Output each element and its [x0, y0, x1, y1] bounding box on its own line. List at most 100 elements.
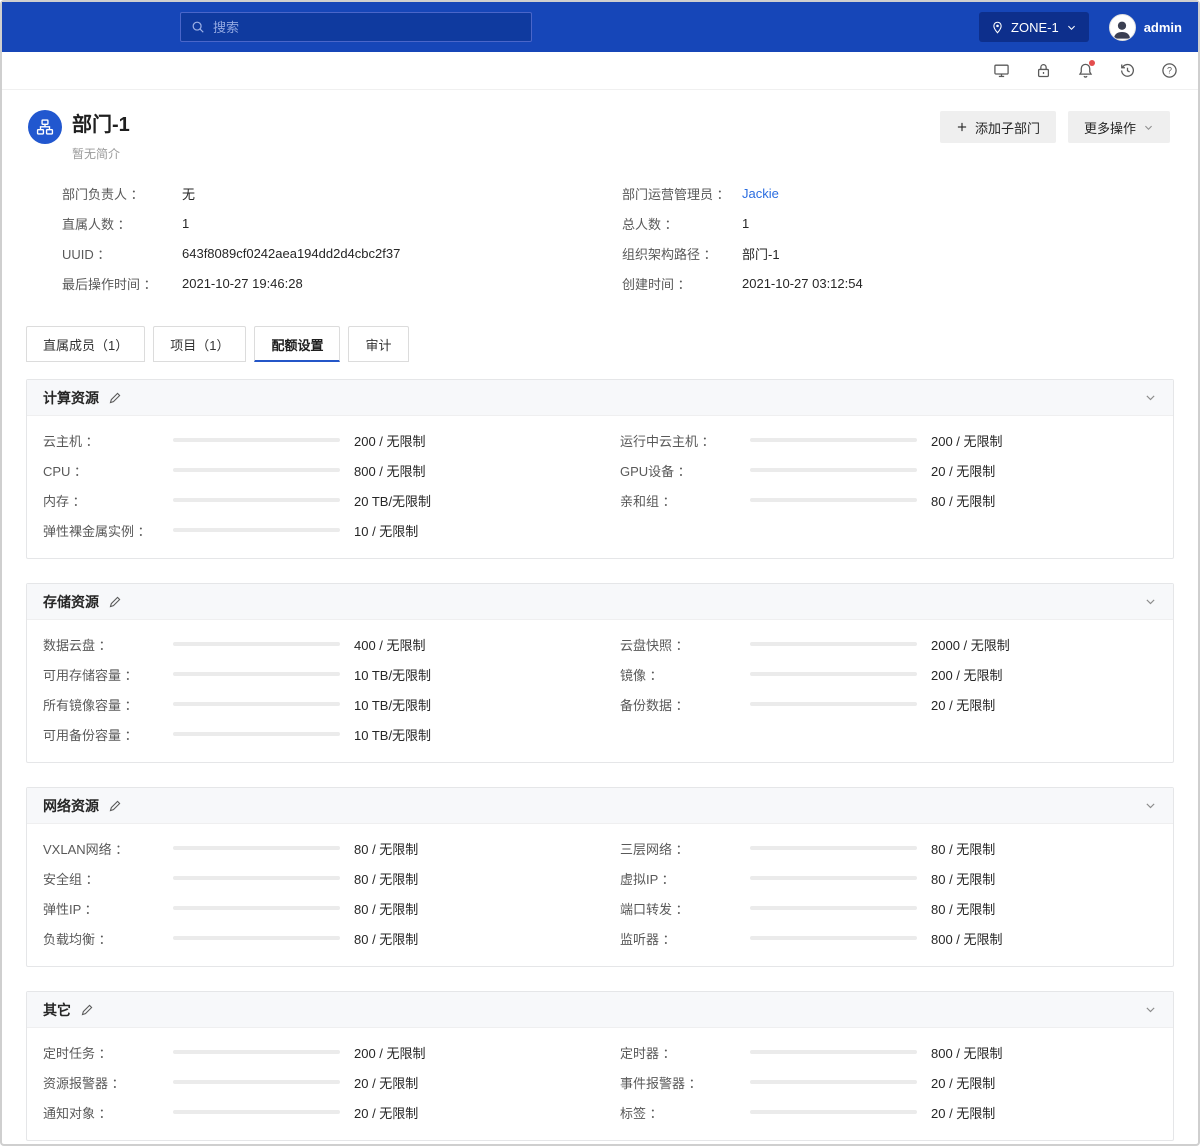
info-row-ops-admin: 部门运营管理员 ： Jackie — [622, 178, 1174, 208]
quota-grid: 数据云盘 ：400 / 无限制 云盘快照 ：2000 / 无限制 可用存储容量 … — [27, 620, 1173, 762]
search-box[interactable] — [180, 12, 532, 42]
edit-pencil-icon[interactable] — [80, 1003, 94, 1017]
quota-item: 可用备份容量 ：10 TB/无限制 — [43, 719, 580, 749]
quota-value: 80 / 无限制 — [917, 491, 1039, 510]
info-row-org-path: 组织架构路径 ： 部门-1 — [622, 238, 1174, 268]
location-pin-icon — [991, 21, 1004, 34]
quota-progress-track — [173, 906, 340, 910]
page-title: 部门-1 — [72, 108, 130, 137]
quota-label: 标签 ： — [620, 1103, 750, 1122]
edit-pencil-icon[interactable] — [108, 391, 122, 405]
quota-value: 20 / 无限制 — [340, 1103, 462, 1122]
zone-label: ZONE-1 — [1011, 20, 1059, 35]
more-actions-button[interactable]: 更多操作 — [1068, 111, 1170, 143]
quota-label: 云盘快照 ： — [620, 635, 750, 654]
add-child-department-button[interactable]: 添加子部门 — [940, 111, 1056, 143]
quota-progress-track — [750, 906, 917, 910]
collapse-chevron-icon[interactable] — [1144, 1003, 1157, 1016]
ops-admin-link[interactable]: Jackie — [742, 186, 779, 201]
quota-label: 弹性裸金属实例 ： — [43, 521, 173, 540]
quota-value: 20 / 无限制 — [917, 461, 1039, 480]
quota-item: CPU ：800 / 无限制 — [43, 455, 580, 485]
quota-value: 80 / 无限制 — [340, 869, 462, 888]
search-input[interactable] — [213, 20, 521, 35]
quota-progress-track — [173, 438, 340, 442]
quota-value: 10 TB/无限制 — [340, 665, 462, 684]
quota-progress-track — [750, 672, 917, 676]
quota-value: 400 / 无限制 — [340, 635, 462, 654]
tab-quota-settings[interactable]: 配额设置 — [254, 326, 340, 362]
quota-item: 云主机 ：200 / 无限制 — [43, 425, 580, 455]
help-icon[interactable]: ? — [1160, 62, 1178, 80]
quota-progress-track — [173, 1110, 340, 1114]
quota-label: 资源报警器 ： — [43, 1073, 173, 1092]
quota-progress-track — [750, 876, 917, 880]
topbar: ZONE-1 admin — [2, 2, 1198, 52]
quota-progress-track — [173, 702, 340, 706]
utility-iconbar: ? — [2, 52, 1198, 90]
quota-progress-track — [173, 528, 340, 532]
quota-value: 20 / 无限制 — [917, 695, 1039, 714]
quota-label: 定时任务 ： — [43, 1043, 173, 1062]
collapse-chevron-icon[interactable] — [1144, 595, 1157, 608]
collapse-chevron-icon[interactable] — [1144, 799, 1157, 812]
topbar-right: ZONE-1 admin — [979, 12, 1182, 42]
quota-item: GPU设备 ： 20 / 无限制 — [620, 455, 1157, 485]
quota-value: 20 / 无限制 — [917, 1103, 1039, 1122]
quota-label: 端口转发 ： — [620, 899, 750, 918]
quota-label: 数据云盘 ： — [43, 635, 173, 654]
user-menu[interactable]: admin — [1109, 14, 1182, 41]
quota-label: 可用存储容量 ： — [43, 665, 173, 684]
quota-label: 所有镜像容量 ： — [43, 695, 173, 714]
lock-icon[interactable] — [1034, 62, 1052, 80]
quota-item: 定时器 ：800 / 无限制 — [620, 1037, 1157, 1067]
username: admin — [1144, 20, 1182, 35]
quota-value: 80 / 无限制 — [917, 869, 1039, 888]
tab-direct-members[interactable]: 直属成员（1） — [26, 326, 145, 362]
quota-progress-track — [173, 498, 340, 502]
quota-label: 内存 ： — [43, 491, 173, 510]
quota-value: 10 / 无限制 — [340, 521, 462, 540]
info-value: 部门-1 — [742, 244, 780, 263]
quota-progress-track — [750, 846, 917, 850]
quota-label: GPU设备 ： — [620, 461, 750, 480]
quota-label: CPU ： — [43, 461, 173, 480]
quota-progress-track — [750, 936, 917, 940]
tab-bar: 直属成员（1） 项目（1） 配额设置 审计 — [2, 298, 1198, 362]
edit-pencil-icon[interactable] — [108, 799, 122, 813]
quota-progress-track — [750, 498, 917, 502]
quota-progress-track — [750, 468, 917, 472]
console-monitor-icon[interactable] — [992, 62, 1010, 80]
quota-item: VXLAN网络 ：80 / 无限制 — [43, 833, 580, 863]
quota-value: 20 / 无限制 — [340, 1073, 462, 1092]
quota-progress-track — [173, 846, 340, 850]
info-label: 总人数 ： — [622, 214, 742, 233]
quota-item: 亲和组 ：80 / 无限制 — [620, 485, 1157, 515]
quota-item: 三层网络 ：80 / 无限制 — [620, 833, 1157, 863]
edit-pencil-icon[interactable] — [108, 595, 122, 609]
info-label: 创建时间 ： — [622, 274, 742, 293]
tab-projects[interactable]: 项目（1） — [153, 326, 246, 362]
quota-label: 弹性IP ： — [43, 899, 173, 918]
section-title: 网络资源 — [43, 796, 99, 816]
bell-icon[interactable] — [1076, 62, 1094, 80]
quota-progress-track — [173, 672, 340, 676]
quota-grid: 定时任务 ：200 / 无限制 定时器 ：800 / 无限制 资源报警器 ：20… — [27, 1028, 1173, 1140]
quota-progress-track — [173, 876, 340, 880]
quota-progress-track — [750, 1080, 917, 1084]
quota-value: 80 / 无限制 — [340, 899, 462, 918]
section-other: 其它 定时任务 ：200 / 无限制 定时器 ：800 / 无限制 资源报警器 … — [26, 991, 1174, 1141]
page-subtitle: 暂无简介 — [72, 145, 130, 162]
collapse-chevron-icon[interactable] — [1144, 391, 1157, 404]
quota-label: 备份数据 ： — [620, 695, 750, 714]
plus-icon — [956, 121, 968, 133]
history-icon[interactable] — [1118, 62, 1136, 80]
header-actions: 添加子部门 更多操作 — [940, 111, 1170, 143]
tab-audit[interactable]: 审计 — [348, 326, 408, 362]
quota-value: 80 / 无限制 — [340, 839, 462, 858]
title-block: 部门-1 暂无简介 — [72, 108, 130, 162]
zone-selector[interactable]: ZONE-1 — [979, 12, 1089, 42]
section-network-resources: 网络资源 VXLAN网络 ：80 / 无限制 三层网络 ：80 / 无限制 安全… — [26, 787, 1174, 967]
quota-progress-track — [173, 1080, 340, 1084]
info-row-uuid: UUID ： 643f8089cf0242aea194dd2d4cbc2f37 — [62, 238, 622, 268]
